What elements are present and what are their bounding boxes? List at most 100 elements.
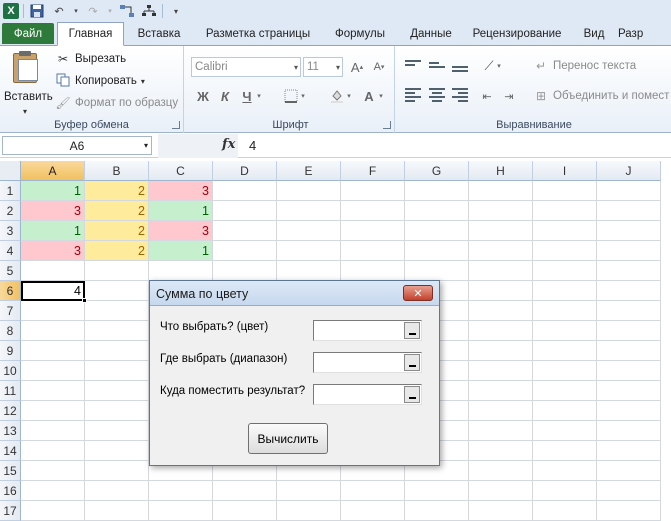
cell-b11[interactable] (85, 381, 149, 401)
cell-j17[interactable] (597, 501, 661, 521)
excel-app-icon[interactable]: X (3, 3, 19, 19)
cell-f17[interactable] (341, 501, 405, 521)
calculate-button[interactable]: Вычислить (248, 423, 328, 454)
cell-j15[interactable] (597, 461, 661, 481)
cell-b14[interactable] (85, 441, 149, 461)
cell-h7[interactable] (469, 301, 533, 321)
cell-b4[interactable]: 2 (85, 241, 149, 261)
cell-a15[interactable] (21, 461, 85, 481)
copy-button[interactable]: Копировать ▾ (55, 73, 145, 89)
fill-color-icon[interactable] (327, 86, 347, 106)
save-icon[interactable] (28, 3, 46, 19)
row-header-10[interactable]: 10 (0, 361, 21, 381)
cell-j5[interactable] (597, 261, 661, 281)
cell-a10[interactable] (21, 361, 85, 381)
cell-i5[interactable] (533, 261, 597, 281)
cell-j9[interactable] (597, 341, 661, 361)
column-header-g[interactable]: G (405, 161, 469, 181)
cell-b10[interactable] (85, 361, 149, 381)
merge-center-button[interactable]: ⊞ Объединить и помест (533, 88, 669, 104)
column-header-d[interactable]: D (213, 161, 277, 181)
align-right-icon[interactable] (452, 88, 468, 102)
cell-a2[interactable]: 3 (21, 201, 85, 221)
bold-button[interactable]: Ж (193, 86, 213, 106)
font-color-icon[interactable]: A (359, 86, 379, 106)
tab-data[interactable]: Данные (398, 23, 464, 45)
cell-d1[interactable] (213, 181, 277, 201)
cell-j10[interactable] (597, 361, 661, 381)
customize-qat-icon[interactable]: ▾ (167, 3, 185, 19)
cell-b6[interactable] (85, 281, 149, 301)
hierarchy-icon[interactable] (140, 3, 158, 19)
cell-h4[interactable] (469, 241, 533, 261)
borders-dropdown-icon[interactable]: ▾ (299, 86, 307, 106)
formula-content[interactable]: 4 (249, 138, 256, 153)
cell-b1[interactable]: 2 (85, 181, 149, 201)
cell-c3[interactable]: 3 (149, 221, 213, 241)
tab-formulas[interactable]: Формулы (322, 23, 398, 45)
font-color-dropdown-icon[interactable]: ▾ (377, 86, 385, 106)
shrink-font-button[interactable]: A ▾ (369, 57, 389, 77)
align-top-icon[interactable] (405, 60, 421, 74)
redo-icon[interactable]: ↷ (84, 3, 102, 19)
cell-e1[interactable] (277, 181, 341, 201)
decrease-indent-icon[interactable]: ⇤ (477, 86, 497, 106)
cell-h6[interactable] (469, 281, 533, 301)
font-name-dropdown-icon[interactable]: ▾ (294, 63, 298, 72)
cell-i13[interactable] (533, 421, 597, 441)
tab-file[interactable]: Файл (2, 23, 54, 44)
tab-review[interactable]: Рецензирование (464, 23, 570, 45)
cell-e5[interactable] (277, 261, 341, 281)
cell-a16[interactable] (21, 481, 85, 501)
cell-j7[interactable] (597, 301, 661, 321)
row-header-13[interactable]: 13 (0, 421, 21, 441)
align-middle-icon[interactable] (429, 62, 445, 76)
undo-dropdown-icon[interactable]: ▾ (72, 3, 80, 19)
cell-g5[interactable] (405, 261, 469, 281)
cell-h17[interactable] (469, 501, 533, 521)
cell-b16[interactable] (85, 481, 149, 501)
cell-f1[interactable] (341, 181, 405, 201)
cell-d2[interactable] (213, 201, 277, 221)
font-name-combo[interactable]: Calibri ▾ (191, 57, 301, 77)
name-box[interactable]: A6 ▾ (2, 136, 152, 155)
cell-a6[interactable]: 4 (21, 281, 85, 301)
dialog-titlebar[interactable]: Сумма по цвету ✕ (150, 281, 439, 306)
cell-h1[interactable] (469, 181, 533, 201)
row-header-11[interactable]: 11 (0, 381, 21, 401)
column-header-j[interactable]: J (597, 161, 661, 181)
column-header-i[interactable]: I (533, 161, 597, 181)
cell-g4[interactable] (405, 241, 469, 261)
column-header-f[interactable]: F (341, 161, 405, 181)
cell-f2[interactable] (341, 201, 405, 221)
orientation-dropdown-icon[interactable]: ▾ (495, 56, 503, 76)
cell-g3[interactable] (405, 221, 469, 241)
cell-g17[interactable] (405, 501, 469, 521)
font-size-combo[interactable]: 11 ▾ (303, 57, 343, 77)
row-header-12[interactable]: 12 (0, 401, 21, 421)
cell-j12[interactable] (597, 401, 661, 421)
cell-j8[interactable] (597, 321, 661, 341)
cell-c16[interactable] (149, 481, 213, 501)
increase-indent-icon[interactable]: ⇥ (499, 86, 519, 106)
row-header-5[interactable]: 5 (0, 261, 21, 281)
connections-icon[interactable] (118, 3, 136, 19)
undo-icon[interactable]: ↶ (50, 3, 68, 19)
row-header-8[interactable]: 8 (0, 321, 21, 341)
underline-button[interactable]: Ч (237, 86, 257, 106)
close-icon[interactable]: ✕ (403, 285, 433, 301)
cell-a5[interactable] (21, 261, 85, 281)
cell-a11[interactable] (21, 381, 85, 401)
cell-g1[interactable] (405, 181, 469, 201)
cell-g2[interactable] (405, 201, 469, 221)
cell-d5[interactable] (213, 261, 277, 281)
cell-a8[interactable] (21, 321, 85, 341)
cell-i11[interactable] (533, 381, 597, 401)
cell-i16[interactable] (533, 481, 597, 501)
redo-dropdown-icon[interactable]: ▾ (106, 3, 114, 19)
cell-a1[interactable]: 1 (21, 181, 85, 201)
cell-h12[interactable] (469, 401, 533, 421)
result-refedit[interactable] (313, 384, 422, 405)
cell-e17[interactable] (277, 501, 341, 521)
row-header-17[interactable]: 17 (0, 501, 21, 521)
